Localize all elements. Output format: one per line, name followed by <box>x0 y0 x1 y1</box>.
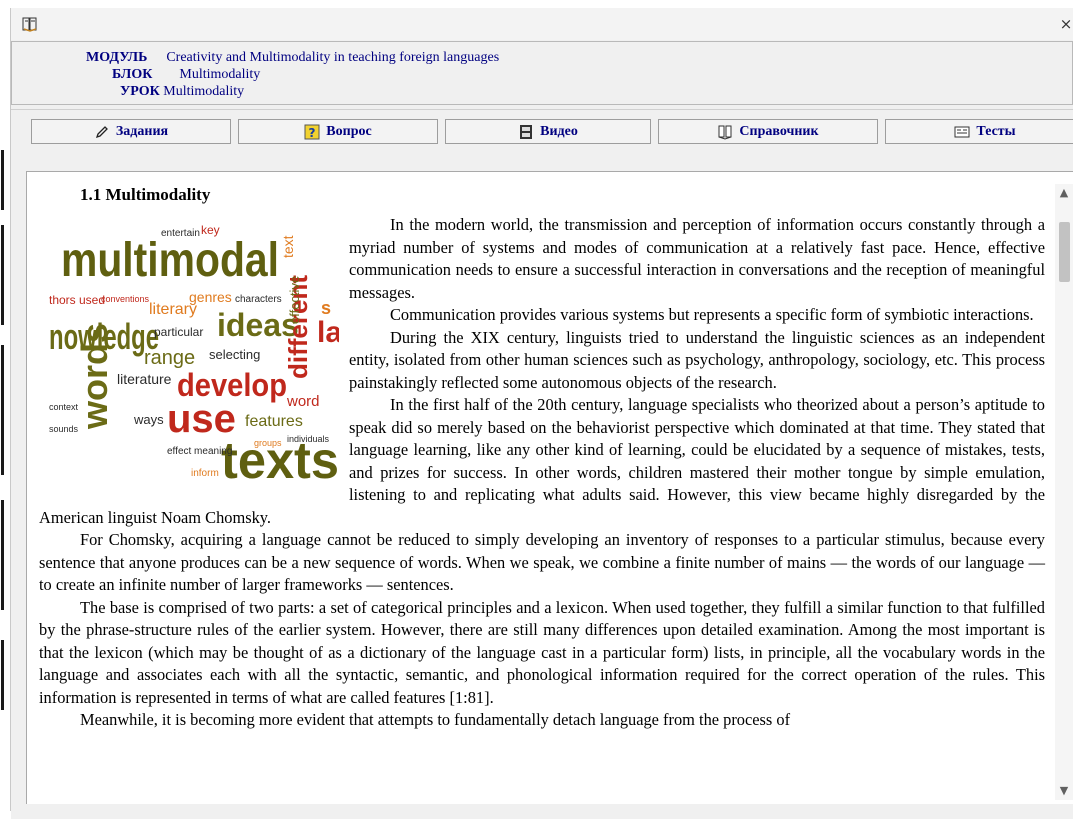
title-bar: × <box>11 8 1073 40</box>
svg-text:?: ? <box>309 126 316 140</box>
app-window: × МОДУЛЬ Creativity and Multimodality in… <box>10 8 1073 819</box>
video-button-label: Видео <box>540 123 578 139</box>
module-label: МОДУЛЬ <box>86 50 148 65</box>
module-row: МОДУЛЬ Creativity and Multimodality in t… <box>86 50 499 66</box>
left-edge-strip <box>0 0 8 811</box>
wordcloud-graphic: multimodal thors used nowledge literary … <box>49 214 339 484</box>
edge-mark <box>1 640 4 710</box>
edge-mark <box>1 500 4 610</box>
question-button[interactable]: ? Вопрос <box>238 119 438 144</box>
wc-word-literature: literature <box>117 371 172 387</box>
article-heading: 1.1 Multimodality <box>80 185 211 204</box>
wc-word-word: word <box>286 393 320 410</box>
tests-button-label: Тесты <box>976 123 1016 139</box>
scroll-thumb[interactable] <box>1059 222 1070 282</box>
lesson-label: УРОК <box>120 84 160 99</box>
wc-word-effect-meaning: effect meaning <box>167 446 232 457</box>
wc-word-individuals: individuals <box>287 434 330 444</box>
book-icon <box>21 15 39 33</box>
main-toolbar: Задания ? Вопрос Видео Справочник Тесты <box>11 109 1073 152</box>
wc-word-particular: particular <box>154 325 203 339</box>
block-value: Multimodality <box>179 67 261 82</box>
film-icon <box>518 124 534 140</box>
wc-word-text: text <box>280 235 296 258</box>
paragraph: The base is comprised of two parts: a se… <box>39 597 1045 707</box>
wc-word-s: s <box>321 298 331 318</box>
article-frame: 1.1 Multimodality multimodal thors used … <box>26 171 1073 811</box>
test-card-icon <box>954 124 970 140</box>
lesson-header: МОДУЛЬ Creativity and Multimodality in t… <box>11 41 1073 105</box>
wc-word-groups: groups <box>254 438 282 448</box>
edge-mark <box>1 225 4 325</box>
wc-word-range: range <box>144 347 195 369</box>
wc-word-genres: genres <box>189 289 232 305</box>
block-label: БЛОК <box>112 67 153 82</box>
edge-mark <box>1 345 4 475</box>
edge-mark <box>1 150 4 210</box>
wc-word-characters: characters <box>235 294 282 305</box>
article-body: 1.1 Multimodality multimodal thors used … <box>39 184 1045 732</box>
wc-word-sounds: sounds <box>49 424 79 434</box>
paragraph: For Chomsky, acquiring a language cannot… <box>39 530 1045 594</box>
module-value: Creativity and Multimodality in teaching… <box>166 50 500 65</box>
wc-word-inform: inform <box>191 468 219 479</box>
paragraph: Meanwhile, it is becoming more evident t… <box>80 710 791 729</box>
question-button-label: Вопрос <box>326 123 372 139</box>
wc-word-selecting: selecting <box>209 347 260 362</box>
lesson-value: Multimodality <box>163 84 245 99</box>
reference-button-label: Справочник <box>739 123 819 139</box>
tests-button[interactable]: Тесты <box>885 119 1073 144</box>
scroll-down-icon[interactable]: ▼ <box>1055 782 1073 800</box>
reference-button[interactable]: Справочник <box>658 119 878 144</box>
vertical-scrollbar[interactable]: ▲ ▼ <box>1055 184 1073 800</box>
scroll-up-icon[interactable]: ▲ <box>1055 184 1073 202</box>
pencil-icon <box>94 124 110 140</box>
wc-word-authors: thors used <box>49 293 105 307</box>
wc-word-entertain: entertain <box>161 228 200 239</box>
wc-word-context: context <box>49 402 79 412</box>
help-question-icon: ? <box>304 124 320 140</box>
wc-word-ways: ways <box>133 412 164 427</box>
wc-word-key: key <box>201 223 220 237</box>
lesson-row: УРОК Multimodality <box>120 84 244 100</box>
wc-word-features: features <box>245 413 303 430</box>
block-row: БЛОК Multimodality <box>112 67 260 83</box>
tasks-button-label: Задания <box>115 123 169 139</box>
wc-word-la: la <box>317 316 339 349</box>
close-button[interactable]: × <box>1058 12 1073 36</box>
tasks-button[interactable]: Задания <box>31 119 231 144</box>
wordcloud-image: multimodal thors used nowledge literary … <box>49 214 339 484</box>
video-button[interactable]: Видео <box>445 119 651 144</box>
book-icon <box>717 124 733 140</box>
wc-word-words: words <box>74 323 115 430</box>
wc-word-effective: effective <box>287 276 302 324</box>
wc-word-multimodal: multimodal <box>61 234 279 287</box>
wc-word-conventions: conventions <box>101 294 150 304</box>
status-strip <box>11 804 1073 819</box>
